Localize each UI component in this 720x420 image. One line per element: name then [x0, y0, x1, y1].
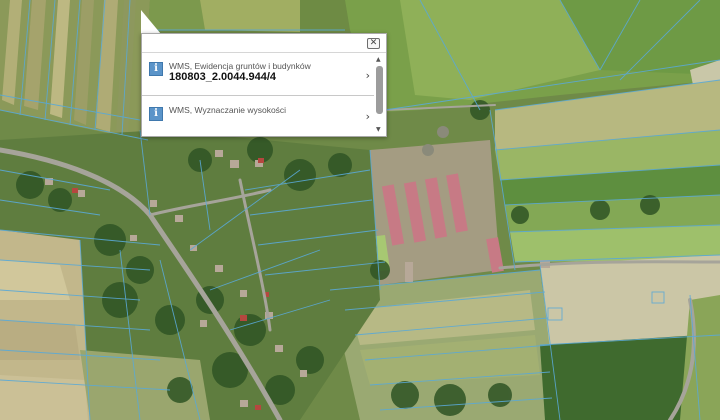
feature-info-popup: ✕ i WMS, Ewidencja gruntów i budynków 18…: [141, 33, 387, 137]
chevron-right-icon[interactable]: ›: [366, 110, 370, 123]
popup-tail: [141, 10, 161, 34]
popup-header: ✕: [142, 34, 386, 53]
field-west-strips: [0, 375, 88, 420]
scroll-up-arrow-icon[interactable]: ▲: [376, 57, 381, 63]
field-strips-east: [495, 80, 720, 262]
chevron-right-icon[interactable]: ›: [366, 69, 370, 82]
popup-result-row[interactable]: i WMS, Ewidencja gruntów i budynków 1808…: [142, 54, 374, 96]
layer-title: WMS, Wyznaczanie wysokości: [169, 105, 287, 115]
farm-silo: [437, 126, 449, 138]
popup-scrollbar[interactable]: ▲ ▼: [375, 57, 384, 133]
parcel-id: 180803_2.0044.944/4: [169, 71, 277, 83]
scroll-down-arrow-icon[interactable]: ▼: [376, 127, 381, 133]
popup-result-row[interactable]: i WMS, Wyznaczanie wysokości ›: [142, 97, 374, 133]
info-icon: i: [149, 107, 163, 121]
farm-silo: [422, 144, 434, 156]
scrollbar-thumb[interactable]: [376, 66, 383, 114]
layer-title: WMS, Ewidencja gruntów i budynków: [169, 61, 311, 71]
info-icon: i: [149, 62, 163, 76]
close-button[interactable]: ✕: [367, 38, 380, 49]
